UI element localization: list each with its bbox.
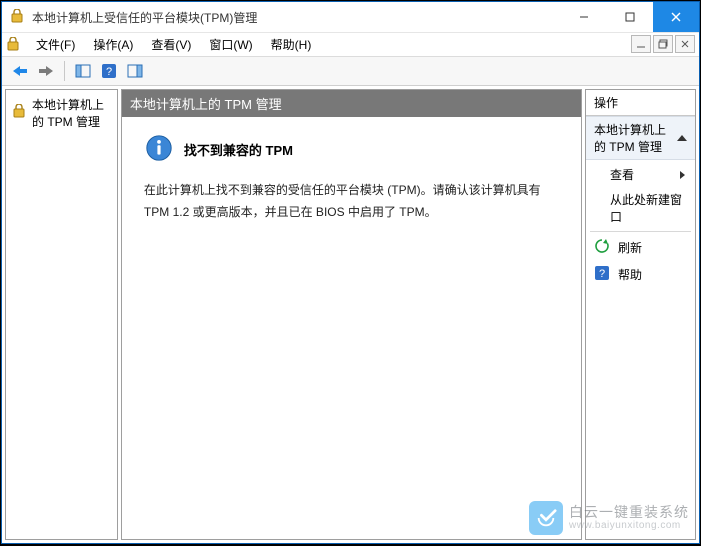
toolbar-separator xyxy=(64,61,65,81)
actions-section-label: 本地计算机上的 TPM 管理 xyxy=(594,121,677,155)
mdi-minimize-button[interactable] xyxy=(631,35,651,53)
info-icon xyxy=(144,133,174,166)
app-icon-small xyxy=(6,37,22,53)
action-new-window-label: 从此处新建窗口 xyxy=(610,191,687,225)
action-help[interactable]: ? 帮助 xyxy=(586,261,695,288)
titlebar: 本地计算机上受信任的平台模块(TPM)管理 xyxy=(2,2,699,32)
menu-action[interactable]: 操作(A) xyxy=(85,34,141,55)
actions-panel: 操作 本地计算机上的 TPM 管理 查看 从此处新建窗口 刷新 xyxy=(585,89,696,540)
action-view[interactable]: 查看 xyxy=(586,162,695,187)
mdi-close-button[interactable] xyxy=(675,35,695,53)
body: 本地计算机上的 TPM 管理 本地计算机上的 TPM 管理 找不到兼容的 TPM… xyxy=(2,86,699,543)
info-title: 找不到兼容的 TPM xyxy=(184,140,293,159)
app-icon xyxy=(10,9,26,25)
actions-section-header[interactable]: 本地计算机上的 TPM 管理 xyxy=(586,116,695,160)
tree-root-label: 本地计算机上的 TPM 管理 xyxy=(32,96,111,130)
center-header: 本地计算机上的 TPM 管理 xyxy=(122,90,581,117)
center-panel: 本地计算机上的 TPM 管理 找不到兼容的 TPM 在此计算机上找不到兼容的受信… xyxy=(121,89,582,540)
center-body: 找不到兼容的 TPM 在此计算机上找不到兼容的受信任的平台模块 (TPM)。请确… xyxy=(122,117,581,233)
window-controls xyxy=(561,2,699,32)
tree-root-item[interactable]: 本地计算机上的 TPM 管理 xyxy=(8,94,115,132)
mdi-restore-button[interactable] xyxy=(653,35,673,53)
tree: 本地计算机上的 TPM 管理 xyxy=(6,90,117,136)
tree-panel: 本地计算机上的 TPM 管理 xyxy=(5,89,118,540)
show-hide-tree-button[interactable] xyxy=(71,59,95,83)
svg-text:?: ? xyxy=(106,66,112,78)
maximize-button[interactable] xyxy=(607,2,653,32)
forward-button[interactable] xyxy=(34,59,58,83)
info-text: 在此计算机上找不到兼容的受信任的平台模块 (TPM)。请确认该计算机具有 TPM… xyxy=(144,180,559,223)
tpm-icon xyxy=(12,104,28,123)
minimize-button[interactable] xyxy=(561,2,607,32)
toolbar: ? xyxy=(2,56,699,86)
show-hide-action-pane-button[interactable] xyxy=(123,59,147,83)
svg-text:?: ? xyxy=(599,268,605,280)
menu-view[interactable]: 查看(V) xyxy=(143,34,199,55)
menubar: 文件(F) 操作(A) 查看(V) 窗口(W) 帮助(H) xyxy=(2,32,699,56)
action-view-label: 查看 xyxy=(610,166,634,183)
refresh-icon xyxy=(594,238,610,257)
mmc-window: 本地计算机上受信任的平台模块(TPM)管理 文件(F) 操作(A) 查看(V) … xyxy=(1,1,700,544)
help-icon: ? xyxy=(594,265,610,284)
close-button[interactable] xyxy=(653,2,699,32)
menu-file[interactable]: 文件(F) xyxy=(28,34,83,55)
chevron-right-icon xyxy=(680,171,685,179)
back-button[interactable] xyxy=(8,59,32,83)
action-help-label: 帮助 xyxy=(618,266,642,283)
action-refresh-label: 刷新 xyxy=(618,239,642,256)
help-button[interactable]: ? xyxy=(97,59,121,83)
actions-header: 操作 xyxy=(586,90,695,116)
collapse-icon xyxy=(677,135,687,141)
actions-divider xyxy=(590,231,691,232)
menu-help[interactable]: 帮助(H) xyxy=(263,34,320,55)
menu-window[interactable]: 窗口(W) xyxy=(201,34,260,55)
action-new-window[interactable]: 从此处新建窗口 xyxy=(586,187,695,229)
window-title: 本地计算机上受信任的平台模块(TPM)管理 xyxy=(32,9,257,26)
action-refresh[interactable]: 刷新 xyxy=(586,234,695,261)
actions-list: 查看 从此处新建窗口 刷新 ? 帮助 xyxy=(586,160,695,290)
